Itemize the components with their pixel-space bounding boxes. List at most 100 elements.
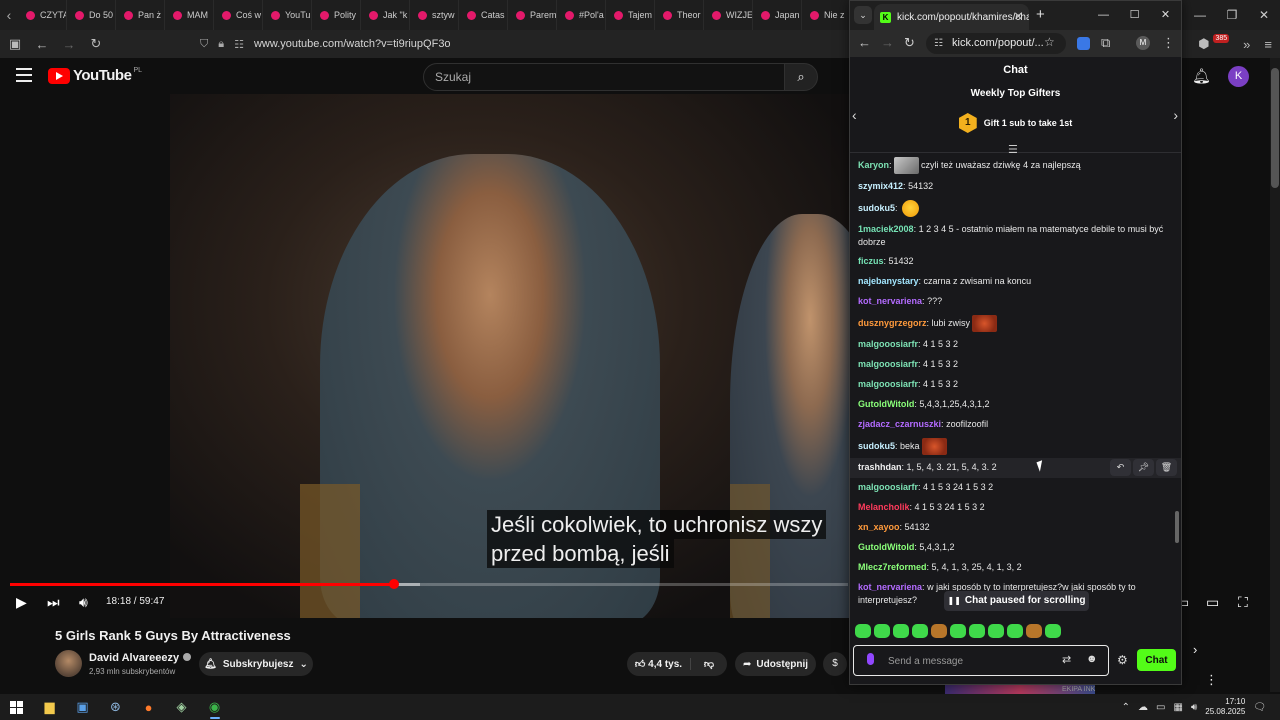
chat-message[interactable]: GutoldWitold: 5,4,3,1,25,4,3,1,2 [850,395,1181,415]
extensions-puzzle-icon[interactable]: ⧉ [1101,35,1110,51]
bg-address-bar[interactable]: ⛉ 🔒︎ ☷ www.youtube.com/watch?v=ti9riupQF… [200,38,451,51]
chat-scrollbar-thumb[interactable] [1175,511,1179,543]
tab-search-icon[interactable]: ⌄ [854,6,872,24]
chat-message[interactable]: xn_xayoo: 54132 [850,518,1181,538]
chat-username[interactable]: Melancholik [858,502,910,512]
emote-icon[interactable] [912,624,928,638]
chat-username[interactable]: malgooosiarfr [858,339,918,349]
theater-mode-icon[interactable]: ▭ [1206,594,1219,611]
reload-icon[interactable]: ↻ [84,36,108,52]
back-icon[interactable]: ← [30,37,54,52]
thanks-button[interactable]: $ [823,652,847,676]
youtube-logo[interactable]: YouTube PL [48,67,142,84]
chevron-right-icon[interactable]: › [1193,642,1197,657]
chat-username[interactable]: kot_nervariena [858,582,922,592]
profile-avatar[interactable]: M [1136,36,1150,50]
forward-icon[interactable]: → [881,35,894,50]
bg-tab[interactable]: YouTu [263,0,312,30]
like-button[interactable]: 👍︎ 4,4 tys. [627,658,691,670]
popout-tab[interactable]: K kick.com/popout/khamires/chat ✕ [874,4,1029,30]
chat-message[interactable]: Mlecz7reformed: 5, 4, 1, 3, 25, 4, 1, 3,… [850,558,1181,578]
minimize-icon[interactable]: — [1184,8,1216,22]
chat-username[interactable]: Mlecz7reformed [858,562,927,572]
emote-icon[interactable] [969,624,985,638]
back-icon[interactable]: ← [858,35,871,50]
pin-icon[interactable]: 📌︎ [1133,459,1154,476]
chat-username[interactable]: najebanystary [858,276,919,286]
cloud-icon[interactable]: ☁ [1138,702,1148,713]
chevron-right-icon[interactable]: › [1173,107,1178,123]
chat-message-input[interactable] [888,651,1048,671]
chat-paused-button[interactable]: ❚❚ Chat paused for scrolling [944,591,1089,611]
chat-username[interactable]: sudoku5 [858,441,895,451]
maximize-icon[interactable]: ☐ [1119,1,1150,30]
emote-icon[interactable] [931,624,947,638]
restore-icon[interactable]: ❐ [1216,8,1248,22]
chat-settings-gear-icon[interactable]: ⚙ [1117,653,1128,667]
channel-name[interactable]: David Alvareeezy [89,652,192,664]
extension-icon[interactable] [1077,37,1090,50]
scrollbar-thumb[interactable] [1271,68,1279,188]
page-scrollbar[interactable] [1270,58,1280,692]
bg-tab[interactable]: Parem [508,0,557,30]
emote-icon[interactable] [988,624,1004,638]
notifications-icon[interactable]: 🗨︎ [1253,702,1266,713]
app-icon[interactable]: ◈ [165,694,198,720]
reply-icon[interactable]: ↶ [1110,459,1131,476]
site-settings-icon[interactable]: ☷ [934,33,943,54]
chat-username[interactable]: sudoku5 [858,203,895,213]
close-tab-icon[interactable]: ✕ [1014,10,1023,23]
tab-scroll-left-icon[interactable]: ‹ [0,7,18,23]
file-explorer-icon[interactable]: ▆ [33,694,66,720]
sidebar-toggle-icon[interactable]: ▣ [3,36,27,52]
chat-message[interactable]: malgooosiarfr: 4 1 5 3 2 [850,375,1181,395]
chat-message[interactable]: Melancholik: 4 1 5 3 24 1 5 3 2 [850,498,1181,518]
chat-message[interactable]: Karyon: czyli też uważasz dziwkę 4 za na… [850,154,1181,177]
chat-username[interactable]: szymix412 [858,181,903,191]
chat-message[interactable]: sudoku5: beka [850,435,1181,458]
emote-icon[interactable] [1045,624,1061,638]
close-window-icon[interactable]: ✕ [1150,1,1181,30]
chat-message[interactable]: malgooosiarfr: 4 1 5 3 24 1 5 3 2 [850,478,1181,498]
bg-tab[interactable]: CZYTA [18,0,67,30]
send-chat-button[interactable]: Chat [1137,649,1176,671]
chat-username[interactable]: Karyon [858,160,889,170]
chat-message[interactable]: zjadacz_czarnuszki: zoofilzoofil [850,415,1181,435]
chat-message[interactable]: malgooosiarfr: 4 1 5 3 2 [850,355,1181,375]
gift-row[interactable]: 1 Gift 1 sub to take 1st [850,113,1181,133]
emote-icon[interactable] [874,624,890,638]
volume-icon[interactable]: 🔊︎ [79,594,88,611]
start-button[interactable] [0,694,33,720]
minimize-icon[interactable]: — [1088,1,1119,30]
emote-icon[interactable] [893,624,909,638]
search-button[interactable]: ⌕ [784,63,818,91]
network-icon[interactable]: ▭ [1156,702,1165,713]
bg-tab[interactable]: Theor [655,0,704,30]
bg-tab[interactable]: Pan ż [116,0,165,30]
notifications-bell-icon[interactable]: 🔔︎ [1192,67,1211,85]
chat-username[interactable]: 1maciek2008 [858,224,914,234]
next-video-icon[interactable]: ⏭ [47,594,60,611]
more-tools-icon[interactable]: » [1243,37,1250,52]
bg-tab[interactable]: Jak "k [361,0,410,30]
chat-message[interactable]: ficzus: 51432 [850,252,1181,272]
tray-expand-icon[interactable]: ⌃ [1122,702,1130,713]
chat-message[interactable]: szymix412: 54132 [850,177,1181,197]
chat-username[interactable]: dusznygrzegorz [858,318,927,328]
chat-message[interactable]: dusznygrzegorz: lubi zwisy [850,312,1181,335]
steam-icon[interactable]: ⊛ [99,694,132,720]
menu-icon[interactable]: ≡ [1264,37,1272,52]
search-input[interactable]: Szukaj [423,63,785,91]
translate-icon[interactable]: ⇄ [1062,653,1071,666]
share-button[interactable]: ➦ Udostępnij [735,652,816,676]
site-settings-icon[interactable]: ☷ [234,38,244,51]
emote-icon[interactable] [1007,624,1023,638]
close-window-icon[interactable]: ✕ [1248,8,1280,22]
chat-message[interactable]: najebanystary: czarna z zwisami na koncu [850,272,1181,292]
bg-tab[interactable]: Coś w [214,0,263,30]
chat-username[interactable]: ficzus [858,256,884,266]
subscribe-button[interactable]: 🔔︎ Subskrybujesz ⌄ [199,652,313,676]
chat-message[interactable]: sudoku5: [850,197,1181,220]
chat-username[interactable]: malgooosiarfr [858,482,918,492]
bg-tab[interactable]: Tajem [606,0,655,30]
